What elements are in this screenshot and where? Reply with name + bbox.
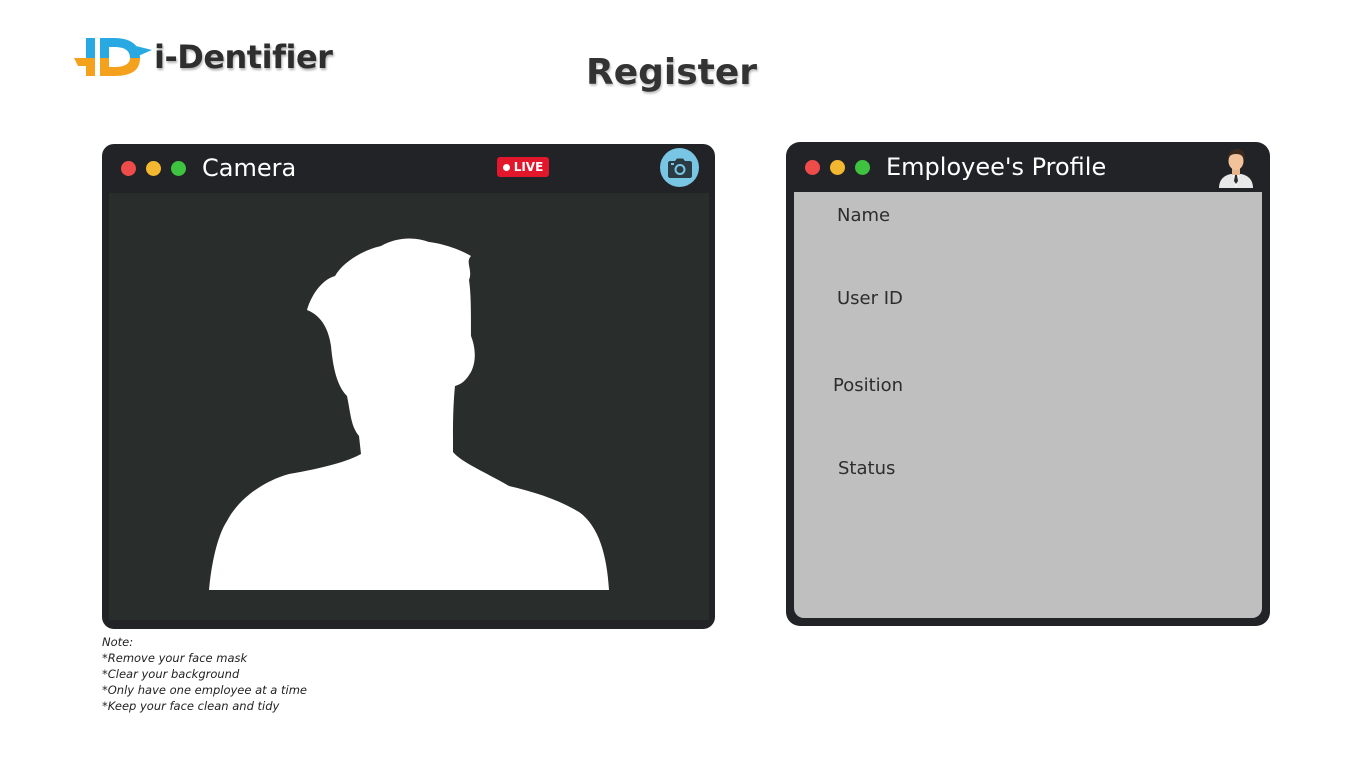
note-item: *Only have one employee at a time bbox=[102, 683, 307, 697]
maximize-dot[interactable] bbox=[855, 159, 870, 175]
camera-title: Camera bbox=[202, 154, 297, 182]
close-dot[interactable] bbox=[805, 159, 820, 175]
note-item: *Clear your background bbox=[102, 667, 240, 681]
live-label: LIVE bbox=[513, 160, 544, 174]
profile-title: Employee's Profile bbox=[886, 153, 1107, 181]
minimize-dot[interactable] bbox=[146, 160, 161, 176]
profile-titlebar: Employee's Profile bbox=[786, 142, 1270, 192]
page-title: Register bbox=[586, 52, 758, 93]
name-label: Name bbox=[837, 205, 891, 226]
capture-button[interactable] bbox=[660, 148, 699, 187]
position-label: Position bbox=[833, 375, 904, 396]
person-silhouette-icon bbox=[209, 238, 609, 590]
brand-logo: i-Dentifier bbox=[74, 34, 333, 80]
brand-name: i-Dentifier bbox=[154, 38, 333, 76]
id-logo-icon bbox=[74, 38, 152, 76]
minimize-dot[interactable] bbox=[830, 159, 845, 175]
user-id-label: User ID bbox=[837, 288, 903, 309]
camera-feed bbox=[109, 193, 709, 620]
camera-icon bbox=[667, 158, 692, 178]
profile-window: Employee's Profile Name User ID Position… bbox=[786, 142, 1270, 626]
employee-avatar-icon bbox=[1219, 149, 1253, 188]
registration-notes: Note: *Remove your face mask *Clear your… bbox=[102, 634, 307, 714]
close-dot[interactable] bbox=[121, 160, 136, 176]
profile-panel: Name User ID Position Status bbox=[794, 192, 1262, 618]
record-dot-icon bbox=[502, 163, 510, 171]
note-item: *Keep your face clean and tidy bbox=[102, 699, 280, 713]
status-label: Status bbox=[838, 458, 896, 479]
camera-window: Camera bbox=[102, 144, 715, 629]
live-badge: LIVE bbox=[497, 157, 549, 177]
camera-titlebar: Camera bbox=[102, 144, 715, 192]
notes-heading: Note: bbox=[102, 635, 134, 649]
note-item: *Remove your face mask bbox=[102, 651, 248, 665]
maximize-dot[interactable] bbox=[171, 160, 186, 176]
